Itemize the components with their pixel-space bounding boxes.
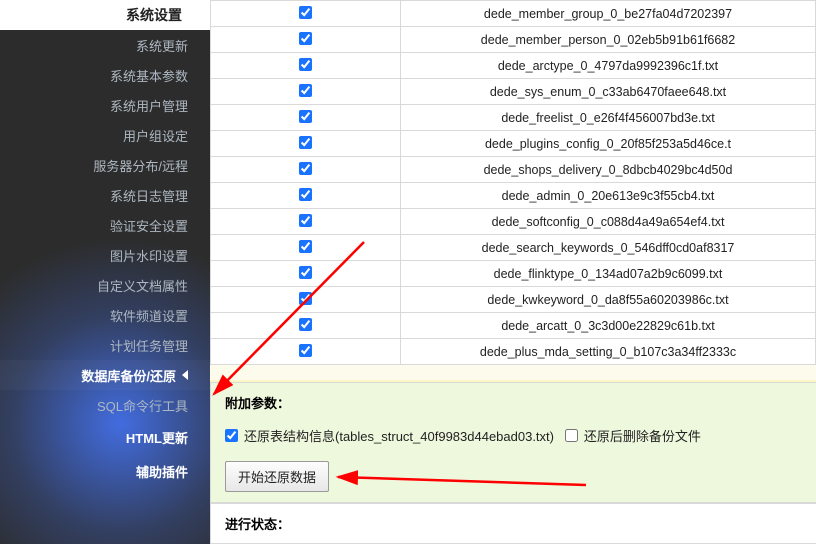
sidebar-item-basic-params[interactable]: 系统基本参数 — [0, 60, 210, 90]
filename-cell: dede_member_person_0_02eb5b91b61f6682 — [401, 27, 816, 53]
sidebar-header-label: 系统设置 — [126, 5, 182, 25]
sidebar-item-watermark[interactable]: 图片水印设置 — [0, 240, 210, 270]
sidebar-item-user-manage[interactable]: 系统用户管理 — [0, 90, 210, 120]
row-checkbox[interactable] — [299, 240, 312, 253]
checkbox-cell — [211, 339, 401, 365]
checkbox-cell — [211, 287, 401, 313]
filename-cell: dede_flinktype_0_134ad07a2b9c6099.txt — [401, 261, 816, 287]
caret-left-icon — [182, 370, 188, 380]
sidebar-header-system-settings[interactable]: 系统设置 — [0, 0, 210, 30]
checkbox-cell — [211, 1, 401, 27]
status-panel: 进行状态： — [210, 503, 816, 544]
sidebar-item-html-update[interactable]: HTML更新 — [0, 420, 210, 454]
checkbox-cell — [211, 183, 401, 209]
sidebar-menu: 系统设置 系统更新 系统基本参数 系统用户管理 用户组设定 服务器分布/远程 系… — [0, 0, 210, 488]
sidebar-item-sql-cli[interactable]: SQL命令行工具 — [0, 390, 210, 420]
struct-option[interactable]: 还原表结构信息(tables_struct_40f9983d44ebad03.t… — [225, 426, 554, 445]
row-checkbox[interactable] — [299, 318, 312, 331]
row-checkbox[interactable] — [299, 214, 312, 227]
table-row: dede_arcatt_0_3c3d00e22829c61b.txt — [211, 313, 816, 339]
checkbox-cell — [211, 105, 401, 131]
filename-cell: dede_search_keywords_0_546dff0cd0af8317 — [401, 235, 816, 261]
sidebar-item-server-remote[interactable]: 服务器分布/远程 — [0, 150, 210, 180]
filename-cell: dede_softconfig_0_c088d4a49a654ef4.txt — [401, 209, 816, 235]
sidebar-item-custom-doc-attr[interactable]: 自定义文档属性 — [0, 270, 210, 300]
sidebar-item-user-group[interactable]: 用户组设定 — [0, 120, 210, 150]
row-checkbox[interactable] — [299, 6, 312, 19]
file-table: dede_member_group_0_be27fa04d7202397dede… — [210, 0, 816, 365]
checkbox-cell — [211, 79, 401, 105]
table-row: dede_freelist_0_e26f4f456007bd3e.txt — [211, 105, 816, 131]
struct-label: 还原表结构信息(tables_struct_40f9983d44ebad03.t… — [244, 426, 554, 445]
sidebar: 系统设置 系统更新 系统基本参数 系统用户管理 用户组设定 服务器分布/远程 系… — [0, 0, 210, 544]
checkbox-cell — [211, 313, 401, 339]
checkbox-cell — [211, 209, 401, 235]
delete-option[interactable]: 还原后删除备份文件 — [565, 426, 701, 445]
delete-label: 还原后删除备份文件 — [584, 426, 701, 445]
params-panel: 附加参数： 还原表结构信息(tables_struct_40f9983d44eb… — [210, 382, 816, 503]
start-restore-button[interactable]: 开始还原数据 — [225, 461, 329, 492]
table-row: dede_member_person_0_02eb5b91b61f6682 — [211, 27, 816, 53]
checkbox-cell — [211, 131, 401, 157]
row-checkbox[interactable] — [299, 110, 312, 123]
table-row: dede_softconfig_0_c088d4a49a654ef4.txt — [211, 209, 816, 235]
filename-cell: dede_arcatt_0_3c3d00e22829c61b.txt — [401, 313, 816, 339]
table-row: dede_kwkeyword_0_da8f55a60203986c.txt — [211, 287, 816, 313]
table-row: dede_flinktype_0_134ad07a2b9c6099.txt — [211, 261, 816, 287]
sidebar-item-software-channel[interactable]: 软件频道设置 — [0, 300, 210, 330]
table-row: dede_admin_0_20e613e9c3f55cb4.txt — [211, 183, 816, 209]
checkbox-cell — [211, 235, 401, 261]
row-checkbox[interactable] — [299, 32, 312, 45]
filename-cell: dede_plus_mda_setting_0_b107c3a34ff2333c — [401, 339, 816, 365]
file-table-wrap: dede_member_group_0_be27fa04d7202397dede… — [210, 0, 816, 365]
sidebar-item-aux-plugin[interactable]: 辅助插件 — [0, 454, 210, 488]
filename-cell: dede_plugins_config_0_20f85f253a5d46ce.t — [401, 131, 816, 157]
filename-cell: dede_arctype_0_4797da9992396c1f.txt — [401, 53, 816, 79]
checkbox-cell — [211, 53, 401, 79]
filename-cell: dede_admin_0_20e613e9c3f55cb4.txt — [401, 183, 816, 209]
button-row: 开始还原数据 — [225, 461, 802, 492]
params-heading: 附加参数： — [225, 393, 802, 412]
sidebar-item-system-log[interactable]: 系统日志管理 — [0, 180, 210, 210]
row-checkbox[interactable] — [299, 84, 312, 97]
struct-checkbox[interactable] — [225, 429, 238, 442]
filename-cell: dede_sys_enum_0_c33ab6470faee648.txt — [401, 79, 816, 105]
row-checkbox[interactable] — [299, 58, 312, 71]
status-heading: 进行状态： — [225, 514, 802, 533]
sidebar-item-system-update[interactable]: 系统更新 — [0, 30, 210, 60]
sidebar-item-db-backup-restore[interactable]: 数据库备份/还原 — [0, 360, 210, 390]
row-checkbox[interactable] — [299, 292, 312, 305]
sidebar-item-security[interactable]: 验证安全设置 — [0, 210, 210, 240]
table-row: dede_sys_enum_0_c33ab6470faee648.txt — [211, 79, 816, 105]
row-checkbox[interactable] — [299, 266, 312, 279]
table-row: dede_member_group_0_be27fa04d7202397 — [211, 1, 816, 27]
table-row: dede_shops_delivery_0_8dbcb4029bc4d50d — [211, 157, 816, 183]
table-row: dede_arctype_0_4797da9992396c1f.txt — [211, 53, 816, 79]
panel-gap — [210, 365, 816, 382]
delete-checkbox[interactable] — [565, 429, 578, 442]
row-checkbox[interactable] — [299, 136, 312, 149]
checkbox-cell — [211, 261, 401, 287]
sidebar-item-scheduled-tasks[interactable]: 计划任务管理 — [0, 330, 210, 360]
table-row: dede_plugins_config_0_20f85f253a5d46ce.t — [211, 131, 816, 157]
row-checkbox[interactable] — [299, 188, 312, 201]
filename-cell: dede_freelist_0_e26f4f456007bd3e.txt — [401, 105, 816, 131]
checkbox-cell — [211, 27, 401, 53]
row-checkbox[interactable] — [299, 162, 312, 175]
filename-cell: dede_shops_delivery_0_8dbcb4029bc4d50d — [401, 157, 816, 183]
main-panel: dede_member_group_0_be27fa04d7202397dede… — [210, 0, 816, 544]
checkbox-cell — [211, 157, 401, 183]
table-row: dede_search_keywords_0_546dff0cd0af8317 — [211, 235, 816, 261]
params-options-row: 还原表结构信息(tables_struct_40f9983d44ebad03.t… — [225, 426, 802, 445]
row-checkbox[interactable] — [299, 344, 312, 357]
filename-cell: dede_member_group_0_be27fa04d7202397 — [401, 1, 816, 27]
table-row: dede_plus_mda_setting_0_b107c3a34ff2333c — [211, 339, 816, 365]
filename-cell: dede_kwkeyword_0_da8f55a60203986c.txt — [401, 287, 816, 313]
